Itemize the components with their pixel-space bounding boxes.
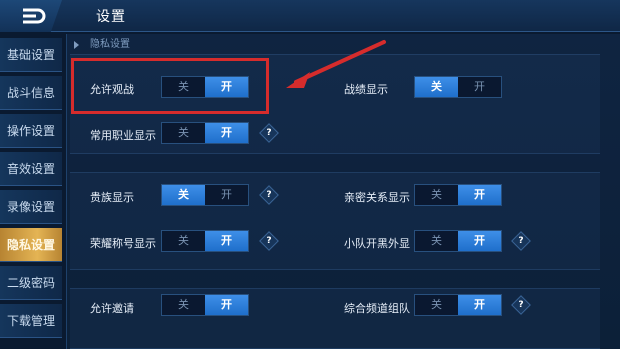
highlight-box	[71, 58, 269, 114]
section-title: 隐私设置	[90, 39, 130, 50]
sidebar-item-battle-info[interactable]: 战斗信息	[0, 76, 62, 110]
sidebar-item-secondary-password[interactable]: 二级密码	[0, 266, 62, 300]
toggle-off-option[interactable]: 关	[162, 295, 205, 315]
intimacy-display-toggle[interactable]: 关 开	[414, 184, 502, 206]
general-channel-team-toggle[interactable]: 关 开	[414, 294, 502, 316]
toggle-on-option[interactable]: 开	[205, 185, 248, 205]
record-display-toggle[interactable]: 关 开	[414, 76, 502, 98]
toggle-off-option[interactable]: 关	[415, 231, 458, 251]
honor-title-display-toggle[interactable]: 关 开	[161, 230, 249, 252]
allow-invite-toggle[interactable]: 关 开	[161, 294, 249, 316]
toggle-on-option[interactable]: 开	[458, 295, 501, 315]
settings-group	[70, 172, 600, 270]
toggle-on-option[interactable]: 开	[205, 295, 248, 315]
setting-label: 综合频道组队	[344, 302, 410, 315]
toggle-off-option[interactable]: 关	[162, 231, 205, 251]
top-bar: 设置	[0, 0, 620, 32]
squad-display-toggle[interactable]: 关 开	[414, 230, 502, 252]
back-arrow-icon	[23, 8, 46, 24]
toggle-off-option[interactable]: 关	[162, 185, 205, 205]
setting-label: 荣耀称号显示	[90, 237, 156, 250]
setting-label: 小队开黑外显	[344, 237, 410, 250]
sidebar-item-replay[interactable]: 录像设置	[0, 190, 62, 224]
toggle-on-option[interactable]: 开	[458, 77, 501, 97]
sidebar-item-downloads[interactable]: 下载管理	[0, 304, 62, 338]
sidebar-item-privacy[interactable]: 隐私设置	[0, 228, 62, 262]
toggle-off-option[interactable]: 关	[415, 295, 458, 315]
sidebar-item-basic[interactable]: 基础设置	[0, 38, 62, 72]
toggle-on-option[interactable]: 开	[458, 231, 501, 251]
setting-label: 亲密关系显示	[344, 191, 410, 204]
toggle-on-option[interactable]: 开	[458, 185, 501, 205]
toggle-on-option[interactable]: 开	[205, 231, 248, 251]
sidebar-item-sound[interactable]: 音效设置	[0, 152, 62, 186]
setting-label: 允许邀请	[90, 302, 134, 315]
page-title: 设置	[96, 9, 126, 25]
setting-label: 常用职业显示	[90, 129, 156, 142]
sidebar: 基础设置 战斗信息 操作设置 音效设置 录像设置 隐私设置 二级密码 下载管理	[0, 36, 62, 349]
toggle-on-option[interactable]: 开	[205, 123, 248, 143]
sidebar-item-controls[interactable]: 操作设置	[0, 114, 62, 148]
setting-label: 贵族显示	[90, 191, 134, 204]
noble-display-toggle[interactable]: 关 开	[161, 184, 249, 206]
toggle-off-option[interactable]: 关	[415, 77, 458, 97]
back-button[interactable]	[0, 0, 62, 32]
toggle-off-option[interactable]: 关	[162, 123, 205, 143]
annotation-arrow-icon	[286, 40, 386, 88]
common-role-display-toggle[interactable]: 关 开	[161, 122, 249, 144]
toggle-off-option[interactable]: 关	[415, 185, 458, 205]
